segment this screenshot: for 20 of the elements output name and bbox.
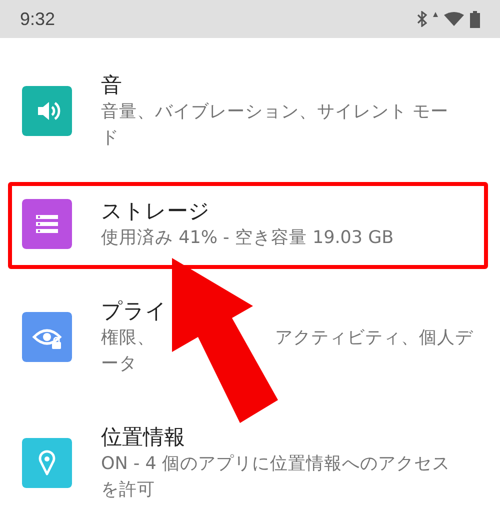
setting-summary: を許可 xyxy=(101,479,155,502)
wifi-icon xyxy=(444,12,464,26)
setting-title[interactable]: 音 xyxy=(101,71,473,99)
status-time: 9:32 xyxy=(20,8,56,30)
battery-icon xyxy=(470,10,480,28)
data-arrow-icon xyxy=(433,12,438,16)
setting-summary: 音量、バイブレーション、サイレント モー xyxy=(101,101,449,124)
setting-title[interactable]: プライ xyxy=(101,297,473,325)
setting-title[interactable]: 位置情報 xyxy=(101,423,473,451)
setting-summary: ON - 4 個のアプリに位置情報へのアクセス xyxy=(101,453,450,476)
setting-summary: 使用済み 41% - 空き容量 19.03 GB xyxy=(101,227,394,250)
settings-row[interactable]: 音 音量、バイブレーション、サイレント モー ド xyxy=(0,48,500,174)
bluetooth-icon xyxy=(417,11,427,27)
setting-summary: ータ xyxy=(101,353,137,376)
settings-row[interactable]: 位置情報 ON - 4 個のアプリに位置情報へのアクセス を許可 xyxy=(0,400,500,526)
setting-title[interactable]: ストレージ xyxy=(101,197,473,225)
settings-row[interactable]: プライ 権限、 アクティビティ、個人デ ータ xyxy=(0,274,500,400)
setting-summary: 権限、 xyxy=(101,327,155,350)
setting-summary: アクティビティ、個人デ xyxy=(275,327,473,350)
setting-summary: ド xyxy=(101,127,119,150)
